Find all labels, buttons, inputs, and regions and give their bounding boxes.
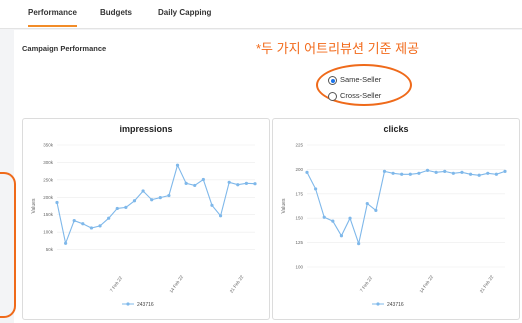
data-point: [365, 201, 369, 206]
x-tick-label: 7 Feb 22: [359, 275, 374, 293]
data-point: [64, 241, 68, 245]
data-point: [158, 196, 162, 200]
data-point: [55, 200, 59, 205]
data-point: [72, 219, 76, 223]
y-tick-label: 175: [295, 191, 303, 196]
clicks-chart-card: clicks 100 125 150 175 200 225 Values 7 Feb 22 14…: [272, 118, 520, 320]
series-line: [56, 163, 256, 246]
chart-title: clicks: [383, 124, 408, 134]
y-tick-label: 100: [295, 265, 303, 270]
data-point: [193, 183, 197, 188]
y-tick-label: 150k: [43, 212, 54, 217]
tab-daily-capping[interactable]: Daily Capping: [158, 8, 211, 25]
data-point: [382, 169, 387, 173]
legend-marker: [376, 302, 380, 306]
data-point: [494, 172, 498, 176]
data-point: [348, 216, 352, 220]
legend-label: 243716: [137, 302, 154, 308]
highlight-bracket: [0, 172, 16, 318]
y-tick-label: 100k: [43, 230, 54, 235]
y-tick-label: 200k: [43, 195, 54, 200]
data-point: [486, 171, 490, 175]
data-point: [305, 170, 309, 174]
data-point: [451, 171, 455, 175]
tab-bar: Performance Budgets Daily Capping: [0, 0, 522, 29]
radio-label: Cross-Seller: [340, 91, 382, 100]
data-point: [184, 181, 188, 185]
series-line: [306, 169, 506, 246]
y-tick-label: 225: [295, 143, 303, 148]
legend-marker: [126, 302, 130, 306]
data-point: [115, 206, 119, 211]
data-point: [314, 187, 318, 191]
data-point: [244, 181, 248, 185]
data-point: [167, 193, 171, 198]
y-tick-label: 300k: [43, 160, 54, 165]
clicks-chart: clicks 100 125 150 175 200 225 Values 7 Feb 22 14…: [281, 124, 507, 308]
data-point: [322, 215, 326, 219]
x-tick-label: 7 Feb 22: [109, 275, 124, 293]
data-point: [417, 171, 421, 175]
x-tick-label: 14 Feb 22: [168, 274, 184, 294]
data-point: [124, 205, 128, 209]
legend-label: 243716: [387, 302, 404, 308]
radio-label: Same-Seller: [340, 75, 382, 84]
radio-button-checked[interactable]: [328, 76, 337, 85]
data-point: [434, 170, 438, 174]
data-point: [132, 199, 137, 203]
section-title: Campaign Performance: [22, 44, 107, 53]
data-point: [98, 224, 102, 228]
data-point: [236, 183, 240, 187]
data-point: [374, 208, 378, 212]
y-axis-label: Values: [31, 198, 37, 213]
data-point: [391, 171, 395, 175]
data-point: [477, 173, 481, 177]
impressions-chart-card: impressions 50k 100k 150k 200k 250k 300k 350k Va…: [22, 118, 270, 320]
data-point: [253, 182, 257, 186]
data-point: [89, 226, 94, 230]
chart-title: impressions: [119, 124, 172, 134]
data-point: [460, 170, 464, 174]
data-point: [503, 169, 507, 173]
radio-button-unchecked[interactable]: [328, 92, 337, 101]
x-tick-label: 21 Feb 22: [479, 274, 495, 294]
data-point: [150, 198, 154, 202]
data-point: [400, 172, 404, 176]
data-point: [425, 168, 430, 172]
x-tick-label: 14 Feb 22: [418, 274, 434, 294]
y-tick-label: 50k: [46, 247, 54, 252]
y-tick-label: 125: [295, 240, 303, 245]
y-axis-label: Values: [281, 198, 287, 213]
data-point: [81, 222, 85, 226]
data-point: [141, 189, 145, 193]
y-tick-label: 200: [295, 167, 303, 172]
y-tick-label: 350k: [43, 143, 54, 148]
data-point: [175, 163, 180, 167]
data-point: [331, 219, 335, 223]
data-point: [443, 169, 447, 173]
data-point: [218, 214, 223, 218]
data-point: [408, 172, 412, 176]
data-point: [227, 180, 231, 184]
impressions-chart: impressions 50k 100k 150k 200k 250k 300k 350k Va…: [31, 124, 257, 308]
data-point: [107, 216, 111, 220]
y-tick-label: 150: [295, 216, 303, 221]
data-point: [357, 241, 361, 246]
data-point: [468, 172, 473, 176]
x-tick-label: 21 Feb 22: [229, 274, 245, 294]
data-point: [210, 203, 214, 207]
data-point: [201, 177, 205, 182]
tab-budgets[interactable]: Budgets: [100, 8, 132, 25]
y-tick-label: 250k: [43, 177, 54, 182]
tab-performance[interactable]: Performance: [28, 8, 77, 27]
data-point: [339, 234, 344, 238]
annotation-text: *두 가지 어트리뷰션 기준 제공: [256, 41, 420, 56]
